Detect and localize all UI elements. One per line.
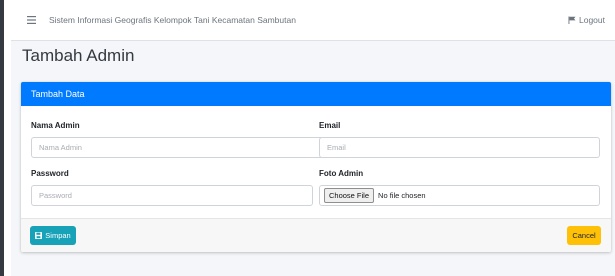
email-input[interactable] <box>319 137 600 158</box>
password-label: Password <box>31 169 69 178</box>
foto-admin-file-input[interactable]: Choose File No file chosen <box>319 185 600 206</box>
password-input[interactable] <box>31 185 313 206</box>
top-navbar: Sistem Informasi Geografis Kelompok Tani… <box>11 0 615 41</box>
card-header-title: Tambah Data <box>31 89 85 99</box>
choose-file-button[interactable]: Choose File <box>324 188 375 203</box>
save-button[interactable]: Simpan <box>30 226 76 245</box>
card-header: Tambah Data <box>21 82 611 106</box>
sidebar-edge-light <box>4 0 11 276</box>
page-title: Tambah Admin <box>22 46 135 65</box>
app-title: Sistem Informasi Geografis Kelompok Tani… <box>49 15 296 25</box>
foto-admin-label: Foto Admin <box>319 169 364 178</box>
floppy-disk-icon <box>35 232 43 239</box>
email-label: Email <box>319 121 341 130</box>
logout-label: Logout <box>579 15 605 25</box>
nama-admin-label: Nama Admin <box>31 121 80 130</box>
add-admin-card: Tambah Data Nama Admin Email Password Fo… <box>21 82 611 252</box>
file-status-text: No file chosen <box>378 191 426 200</box>
cancel-button[interactable]: Cancel <box>567 226 601 245</box>
nama-admin-input[interactable] <box>31 137 341 158</box>
save-button-label: Simpan <box>45 231 71 240</box>
card-footer: Simpan Cancel <box>21 218 611 252</box>
flag-icon <box>568 16 576 24</box>
logout-link[interactable]: Logout <box>568 15 605 25</box>
hamburger-icon[interactable] <box>20 9 42 31</box>
